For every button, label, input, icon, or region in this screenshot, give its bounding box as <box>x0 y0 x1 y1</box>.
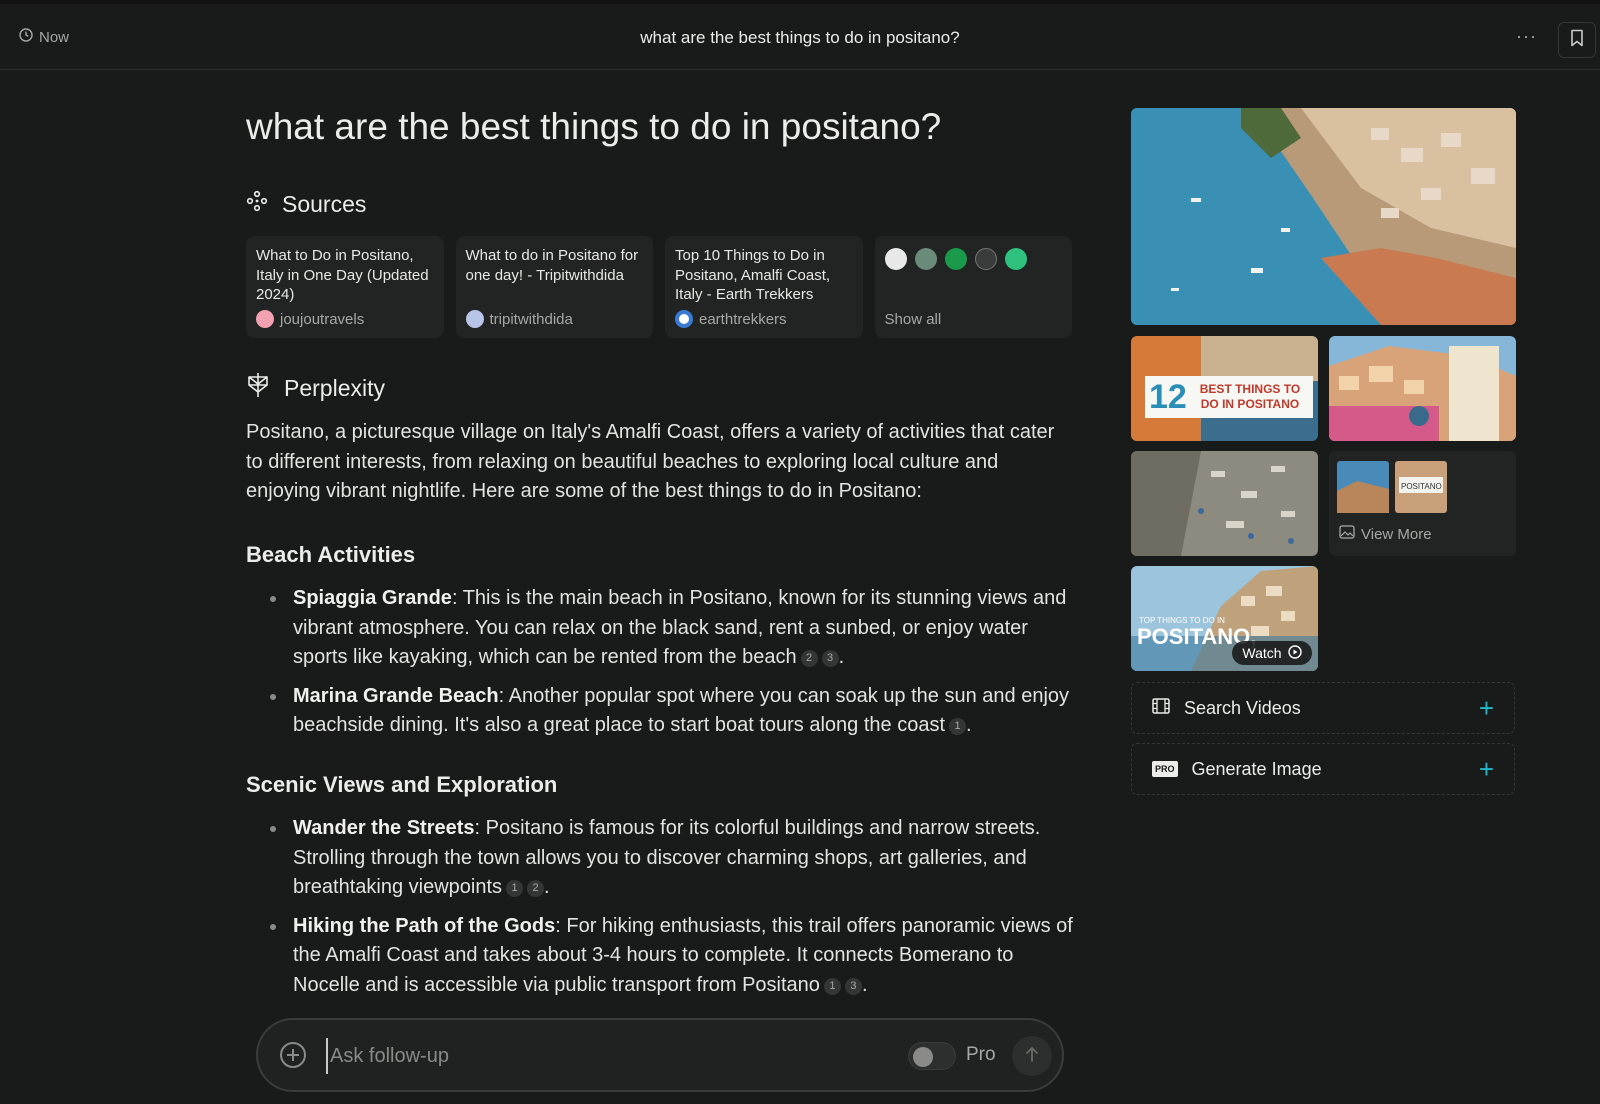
pro-label: Pro <box>966 1044 996 1065</box>
toggle-knob <box>913 1047 933 1067</box>
thumbnail-art <box>1329 336 1516 441</box>
source-favicon <box>914 248 937 270</box>
citation-badge[interactable]: 1 <box>823 977 841 995</box>
more-options-button[interactable]: ··· <box>1516 26 1537 47</box>
answer-intro: Positano, a picturesque village on Italy… <box>246 421 1055 502</box>
source-favicon <box>256 310 274 328</box>
list-item: Hiking the Path of the Gods: For hiking … <box>246 912 1076 1001</box>
mini-thumb-caption: POSITANO <box>1401 482 1442 491</box>
page-title: what are the best things to do in posita… <box>246 106 942 147</box>
bookmark-button[interactable] <box>1558 22 1596 58</box>
watch-label: Watch <box>1242 645 1282 661</box>
arrow-up-icon <box>1024 1045 1040 1068</box>
plus-icon: + <box>1478 754 1494 784</box>
view-more-images-card[interactable]: POSITANO View More <box>1329 451 1516 556</box>
submit-button[interactable] <box>1012 1036 1052 1076</box>
list-item: Marina Grande Beach: Another popular spo… <box>246 682 1076 741</box>
generate-image-button[interactable]: PRO Generate Image + <box>1131 743 1515 795</box>
source-title: What to do in Positano for one day! - Tr… <box>465 247 639 284</box>
source-site: earthtrekkers <box>699 310 787 328</box>
source-favicon <box>465 310 484 328</box>
list-item: Spiaggia Grande: This is the main beach … <box>246 584 1076 673</box>
source-title: What to Do in Positano, Italy in One Day… <box>256 247 429 303</box>
video-thumbnail[interactable]: TOP THINGS TO DO IN POSITANO, ITALY Watc… <box>1131 566 1318 671</box>
answer-heading: Perplexity <box>246 372 385 404</box>
citation-badge[interactable]: 1 <box>506 880 524 897</box>
plus-icon: + <box>1478 693 1494 723</box>
citation-badge[interactable]: 2 <box>800 650 818 667</box>
source-meta: joujoutravels <box>256 310 364 328</box>
sources-label: Sources <box>282 190 367 217</box>
source-site: joujoutravels <box>280 310 365 328</box>
perplexity-logo-icon <box>246 372 270 404</box>
search-videos-label: Search Videos <box>1184 697 1301 718</box>
sources-heading: Sources <box>246 190 366 218</box>
source-meta: tripitwithdida <box>465 310 573 328</box>
film-icon <box>1152 697 1170 719</box>
thumbnail-colorful-village[interactable] <box>1329 336 1516 441</box>
thread-title: what are the best things to do in posita… <box>640 28 960 47</box>
item-title: Spiaggia Grande <box>293 587 452 609</box>
show-all-link[interactable]: Show all <box>885 311 942 328</box>
section-heading: Beach Activities <box>246 542 416 567</box>
bookmark-icon <box>1570 29 1584 52</box>
citation-badge[interactable]: 1 <box>949 718 967 735</box>
play-circle-icon <box>1287 644 1302 662</box>
followup-input[interactable] <box>326 1038 866 1074</box>
item-title: Wander the Streets <box>293 817 475 839</box>
source-favicon <box>884 248 907 270</box>
tripadvisor-icon <box>1004 248 1027 270</box>
thumbnail-beach-aerial[interactable] <box>1131 451 1318 556</box>
thumbnail-art <box>1131 451 1318 556</box>
source-card[interactable]: Top 10 Things to Do in Positano, Amalfi … <box>665 236 863 338</box>
attach-plus-icon[interactable] <box>280 1042 306 1068</box>
thumbnail-number: 12 <box>1149 378 1187 416</box>
citation-badge[interactable]: 3 <box>844 977 862 995</box>
source-card[interactable]: What to do in Positano for one day! - Tr… <box>455 236 653 338</box>
followup-bar: Pro <box>256 1018 1064 1092</box>
bullet-list: Wander the Streets: Positano is famous f… <box>246 814 1076 1009</box>
image-icon <box>1339 525 1355 543</box>
search-videos-button[interactable]: Search Videos + <box>1131 682 1515 734</box>
pro-badge: PRO <box>1152 761 1178 777</box>
source-card[interactable]: What to Do in Positano, Italy in One Day… <box>246 236 444 338</box>
sources-list: What to Do in Positano, Italy in One Day… <box>246 236 1072 338</box>
answer-source-label: Perplexity <box>284 374 385 401</box>
source-title: Top 10 Things to Do in Positano, Amalfi … <box>675 247 831 303</box>
positano-hero-image[interactable] <box>1131 108 1516 325</box>
favicon-stack <box>884 248 1063 270</box>
pro-toggle[interactable] <box>908 1042 956 1070</box>
generate-image-label: Generate Image <box>1191 758 1322 779</box>
item-title: Marina Grande Beach <box>293 684 499 707</box>
sources-icon <box>246 190 268 218</box>
bullet-list: Spiaggia Grande: This is the main beach … <box>246 584 1076 750</box>
top-bar: Now what are the best things to do in po… <box>0 0 1600 70</box>
citation-badge[interactable]: 2 <box>527 880 545 897</box>
source-favicon <box>974 248 997 270</box>
citation-badge[interactable]: 3 <box>821 650 839 667</box>
show-all-sources-card[interactable]: Show all <box>874 236 1072 338</box>
source-favicon <box>675 310 693 328</box>
list-item: Wander the Streets: Positano is famous f… <box>246 814 1076 903</box>
source-site: tripitwithdida <box>489 310 573 328</box>
watch-button[interactable]: Watch <box>1232 641 1312 665</box>
view-more-label: View More <box>1361 525 1432 543</box>
item-title: Hiking the Path of the Gods <box>293 914 556 937</box>
section-heading: Scenic Views and Exploration <box>246 772 558 797</box>
source-favicon <box>944 248 967 270</box>
hero-image-art <box>1131 108 1516 325</box>
thumbnail-12-things[interactable]: 12 BEST THINGS TO DO IN POSITANO <box>1131 336 1318 441</box>
thumbnail-caption: BEST THINGS TO DO IN POSITANO <box>1199 382 1301 411</box>
view-more-link[interactable]: View More <box>1339 525 1432 543</box>
source-meta: earthtrekkers <box>675 310 787 328</box>
